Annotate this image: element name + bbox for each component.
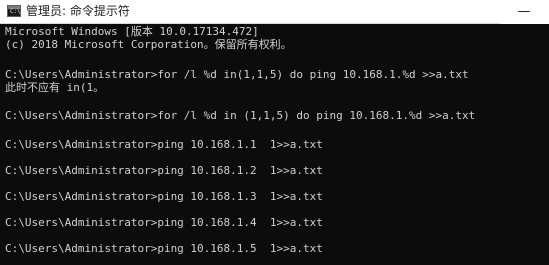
console-line: C:\Users\Administrator>ping 10.168.1.4 1… [5, 216, 323, 229]
minimize-button[interactable] [500, 0, 549, 24]
console-line: C:\Users\Administrator>ping 10.168.1.1 1… [5, 138, 323, 151]
window-titlebar[interactable]: C:\ 管理员: 命令提示符 [0, 0, 549, 24]
command-prompt-icon-label: C:\ [10, 8, 21, 15]
command-prompt-icon: C:\ [7, 5, 21, 17]
window-title: 管理员: 命令提示符 [26, 4, 130, 18]
console-line: C:\Users\Administrator>ping 10.168.1.5 1… [5, 242, 323, 255]
console-line: C:\Users\Administrator>ping 10.168.1.3 1… [5, 190, 323, 203]
console-line: 此时不应有 in(1。 [5, 81, 105, 94]
console-line: C:\Users\Administrator>for /l %d in(1,1,… [5, 68, 469, 81]
console-line: (c) 2018 Microsoft Corporation。保留所有权利。 [5, 38, 292, 51]
minimize-icon [518, 11, 530, 12]
console-line: C:\Users\Administrator>for /l %d in (1,1… [5, 109, 476, 122]
console-line: C:\Users\Administrator>ping 10.168.1.2 1… [5, 164, 323, 177]
command-prompt-window: C:\ 管理员: 命令提示符 Microsoft Windows [版本 10.… [0, 0, 549, 265]
console-line: Microsoft Windows [版本 10.0.17134.472] [5, 25, 259, 38]
console-output[interactable]: Microsoft Windows [版本 10.0.17134.472] (c… [5, 25, 545, 265]
